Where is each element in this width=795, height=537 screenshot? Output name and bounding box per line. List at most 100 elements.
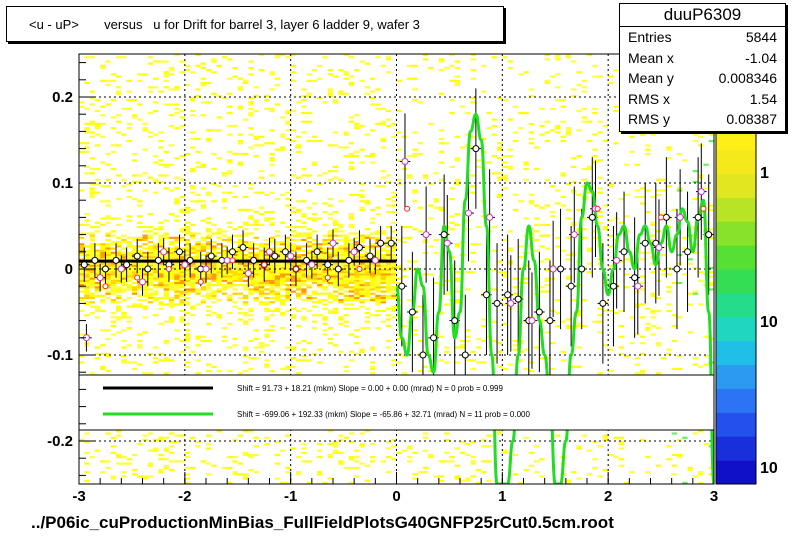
heatmap-cell <box>227 241 233 244</box>
heatmap-cell <box>158 226 164 229</box>
heatmap-cell <box>290 245 296 248</box>
heatmap-cell <box>163 436 169 439</box>
heatmap-cell <box>311 320 318 323</box>
heatmap-cell <box>338 238 344 242</box>
heatmap-cell <box>375 264 381 267</box>
heatmap-cell <box>528 202 535 205</box>
heatmap-cell <box>333 275 339 278</box>
heatmap-cell <box>534 230 540 233</box>
heatmap-cell <box>512 473 519 476</box>
heatmap-cell <box>137 236 143 239</box>
heatmap-cell <box>544 178 550 181</box>
heatmap-cell <box>79 247 85 250</box>
heatmap-cell <box>338 281 344 285</box>
heatmap-cell <box>131 473 138 476</box>
heatmap-cell <box>121 329 127 332</box>
heatmap-cell <box>280 449 286 452</box>
heatmap-cell <box>258 284 265 287</box>
heatmap-cell <box>354 466 360 469</box>
heatmap-cell <box>412 64 418 67</box>
heatmap-cell <box>534 146 540 149</box>
heatmap-cell <box>380 230 386 233</box>
heatmap-cell <box>385 273 392 276</box>
heatmap-cell <box>428 453 434 457</box>
heatmap-cell <box>301 234 307 237</box>
heatmap-cell <box>116 245 122 248</box>
heatmap-cell <box>322 223 328 226</box>
heatmap-cell <box>338 247 344 250</box>
heatmap-cell <box>560 249 566 252</box>
heatmap-cell <box>174 296 180 300</box>
heatmap-cell <box>110 73 117 76</box>
heatmap-cell <box>666 290 672 293</box>
heatmap-cell <box>497 350 503 353</box>
heatmap-cell <box>422 471 429 474</box>
heatmap-cell <box>264 329 270 332</box>
profile-magenta-marker <box>266 248 273 256</box>
heatmap-cell <box>370 346 376 349</box>
heatmap-cell <box>370 155 376 158</box>
heatmap-cell <box>243 294 249 297</box>
heatmap-cell <box>465 359 471 362</box>
heatmap-cell <box>158 146 164 149</box>
heatmap-cell <box>618 324 625 328</box>
heatmap-cell <box>676 316 683 319</box>
heatmap-cell <box>327 234 333 237</box>
heatmap-cell <box>237 275 244 278</box>
heatmap-cell <box>380 281 386 285</box>
heatmap-cell <box>698 303 704 306</box>
heatmap-cell <box>364 286 371 289</box>
heatmap-cell <box>200 253 206 257</box>
heatmap-cell <box>126 288 132 291</box>
heatmap-cell <box>137 174 143 177</box>
heatmap-cell <box>243 322 249 325</box>
heatmap-cell <box>290 277 296 280</box>
heatmap-cell <box>248 208 254 211</box>
heatmap-cell <box>285 204 291 207</box>
heatmap-cell <box>327 217 333 220</box>
heatmap-cell <box>94 221 101 224</box>
heatmap-cell <box>237 226 244 229</box>
heatmap-cell <box>592 133 598 136</box>
heatmap-cell <box>708 208 714 211</box>
heatmap-cell <box>412 88 418 91</box>
heatmap-cell <box>137 286 143 289</box>
profile-magenta-marker <box>117 265 125 273</box>
heatmap-cell <box>348 350 355 353</box>
heatmap-cell <box>549 215 556 218</box>
heatmap-cell <box>454 157 460 160</box>
heatmap-cell <box>84 451 90 454</box>
heatmap-cell <box>206 314 212 317</box>
heatmap-cell <box>153 232 159 235</box>
heatmap-cell <box>375 290 381 293</box>
heatmap-cell <box>354 299 360 302</box>
heatmap-cell <box>364 299 371 302</box>
heatmap-cell <box>121 314 127 317</box>
heatmap-cell <box>168 114 175 117</box>
heatmap-cell <box>470 101 476 104</box>
heatmap-cell <box>264 193 270 196</box>
heatmap-cell <box>671 473 677 476</box>
heatmap-cell <box>507 363 513 366</box>
heatmap-cell <box>269 292 275 295</box>
heatmap-cell <box>227 275 233 278</box>
heatmap-cell <box>348 288 355 291</box>
heatmap-cell <box>163 458 169 461</box>
heatmap-cell <box>322 202 328 205</box>
heatmap-cell <box>290 249 296 252</box>
heatmap-cell <box>348 264 355 267</box>
heatmap-cell <box>227 58 233 61</box>
heatmap-cell <box>422 241 429 244</box>
heatmap-cell <box>587 247 593 250</box>
heatmap-cell <box>179 60 185 63</box>
heatmap-cell <box>110 288 117 291</box>
heatmap-cell <box>253 228 259 231</box>
heatmap-cell <box>692 363 699 366</box>
heatmap-cell <box>116 75 122 78</box>
heatmap-cell <box>200 114 206 117</box>
heatmap-cell <box>168 445 175 448</box>
heatmap-cell <box>708 140 714 143</box>
heatmap-cell <box>396 277 402 280</box>
heatmap-cell <box>348 75 355 78</box>
heatmap-cell <box>179 292 185 295</box>
